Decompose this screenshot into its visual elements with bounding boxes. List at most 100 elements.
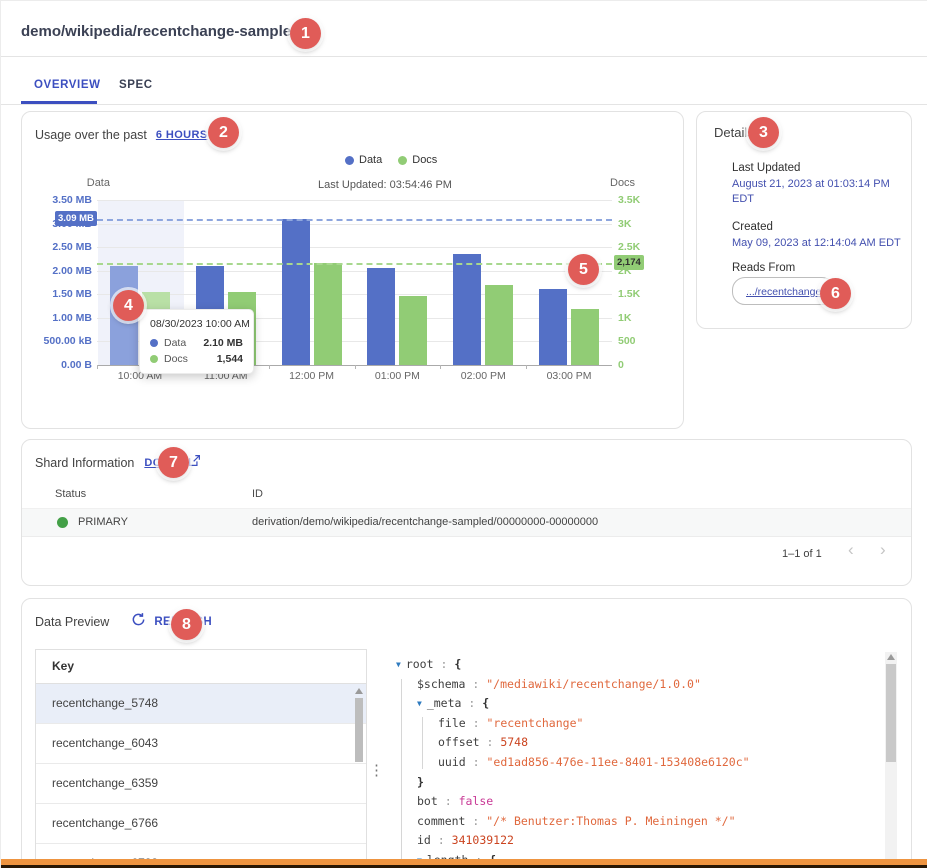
bar-docs[interactable] — [571, 309, 599, 365]
json-line: id : 341039122 — [390, 831, 872, 851]
refresh-icon[interactable] — [131, 612, 146, 632]
chevron-right-icon[interactable]: › — [880, 540, 886, 560]
x-axis-label: 02:00 PM — [438, 370, 528, 382]
key-column-header: Key — [36, 650, 366, 684]
key-list-item[interactable]: recentchange_6359 — [36, 764, 366, 804]
shard-card: Shard Information DOCS Status ID PRIMARY… — [21, 439, 912, 586]
bar-data[interactable] — [367, 268, 395, 365]
data-series-dot-icon — [150, 339, 158, 347]
key-list-scrollbar[interactable] — [353, 686, 364, 868]
right-axis-title: Docs — [610, 177, 635, 189]
data-max-marker-line — [97, 219, 612, 221]
docs-series-dot-icon — [150, 355, 158, 363]
col-id-header: ID — [252, 488, 263, 500]
collapse-triangle-icon[interactable]: ▼ — [396, 660, 401, 669]
last-updated-label: Last Updated — [732, 162, 800, 174]
chart-tooltip: 08/30/2023 10:00 AM Data 2.10 MB Docs 1,… — [139, 309, 254, 374]
last-updated-value: August 21, 2023 at 01:03:14 PM EDT — [732, 177, 894, 207]
usage-range-link[interactable]: 6 HOURS — [156, 129, 208, 141]
shard-heading: Shard Information — [35, 456, 134, 470]
collapse-triangle-icon[interactable]: ▼ — [417, 699, 422, 708]
legend-label-data: Data — [359, 154, 382, 166]
annotation-badge-1: 1 — [290, 18, 321, 49]
scrollbar-thumb[interactable] — [886, 664, 896, 762]
right-axis-tick: 1.5K — [618, 288, 640, 300]
tab-spec[interactable]: SPEC — [119, 79, 153, 91]
reads-from-link[interactable]: .../recentchange — [746, 286, 821, 298]
left-axis-tick: 1.00 MB — [26, 312, 92, 324]
json-line: comment : "/* Benutzer:Thomas P. Meining… — [390, 812, 872, 832]
key-list-item[interactable]: recentchange_6766 — [36, 804, 366, 844]
left-axis-tick: 500.00 kB — [26, 335, 92, 347]
key-list-item[interactable]: recentchange_6043 — [36, 724, 366, 764]
tooltip-title: 08/30/2023 10:00 AM — [150, 318, 243, 330]
bar-docs[interactable] — [399, 296, 427, 365]
annotation-badge-6: 6 — [820, 278, 851, 309]
annotation-badge-8: 8 — [171, 609, 202, 640]
right-axis-tick: 1K — [618, 312, 631, 324]
pane-resize-handle[interactable]: ⋮ — [369, 761, 384, 779]
legend-item-data[interactable]: Data — [345, 154, 382, 166]
gridline — [97, 271, 612, 272]
x-axis-tick — [355, 365, 356, 369]
reads-from-label: Reads From — [732, 262, 795, 274]
page-title: demo/wikipedia/recentchange-sampled — [21, 23, 300, 40]
status-dot-icon — [57, 517, 68, 528]
json-line[interactable]: ▼_meta : { — [390, 694, 872, 714]
annotation-badge-3: 3 — [748, 117, 779, 148]
json-indent-guide — [422, 717, 423, 769]
gridline — [97, 224, 612, 225]
bar-data[interactable] — [282, 219, 310, 365]
left-axis-tick: 2.00 MB — [26, 265, 92, 277]
header-divider — [1, 56, 927, 57]
left-axis-title: Data — [80, 177, 110, 189]
json-line: uuid : "ed1ad856-476e-11ee-8401-153408e6… — [390, 753, 872, 773]
x-axis-label: 03:00 PM — [524, 370, 614, 382]
usage-title: Usage over the past — [35, 128, 147, 142]
scroll-up-arrow-icon[interactable] — [887, 654, 895, 660]
json-line: bot : false — [390, 792, 872, 812]
json-line: offset : 5748 — [390, 733, 872, 753]
key-list-item[interactable]: recentchange_5748 — [36, 684, 366, 724]
right-axis-tick: 3.5K — [618, 194, 640, 206]
gridline — [97, 200, 612, 201]
pagination-label: 1–1 of 1 — [782, 548, 822, 560]
json-line: file : "recentchange" — [390, 714, 872, 734]
external-link-icon[interactable] — [188, 454, 201, 472]
json-line: $schema : "/mediawiki/recentchange/1.0.0… — [390, 675, 872, 695]
bar-data[interactable] — [539, 289, 567, 365]
annotation-badge-4: 4 — [113, 290, 144, 321]
scrollbar-thumb[interactable] — [355, 698, 363, 762]
key-list: Key recentchange_5748recentchange_6043re… — [35, 649, 367, 868]
legend-label-docs: Docs — [412, 154, 437, 166]
bar-docs[interactable] — [485, 285, 513, 365]
json-line[interactable]: ▼root : { — [390, 655, 872, 675]
left-axis-tick: 2.50 MB — [26, 241, 92, 253]
annotation-badge-7: 7 — [158, 447, 189, 478]
legend-item-docs[interactable]: Docs — [398, 154, 437, 166]
left-axis-tick: 0.00 B — [26, 359, 92, 371]
scroll-up-arrow-icon[interactable] — [355, 688, 363, 694]
col-status-header: Status — [55, 488, 86, 500]
bar-docs[interactable] — [314, 263, 342, 365]
tooltip-value: 2.10 MB — [203, 337, 243, 349]
json-line: } — [390, 773, 872, 793]
data-preview-card: Data Preview REFRESH Key recentchange_57… — [21, 598, 912, 868]
tabs-divider — [1, 104, 927, 105]
shard-table-row[interactable]: PRIMARY derivation/demo/wikipedia/recent… — [22, 508, 911, 537]
tooltip-row-data: Data 2.10 MB — [150, 337, 243, 349]
x-axis-tick — [97, 365, 98, 369]
left-axis-tick: 3.50 MB — [26, 194, 92, 206]
created-value: May 09, 2023 at 12:14:04 AM EDT — [732, 236, 901, 251]
gridline — [97, 247, 612, 248]
json-scrollbar[interactable] — [885, 652, 897, 862]
gridline — [97, 294, 612, 295]
x-axis-tick — [526, 365, 527, 369]
right-axis-tick: 3K — [618, 218, 631, 230]
docs-max-marker-line — [97, 263, 612, 265]
x-axis-label: 12:00 PM — [267, 370, 357, 382]
tab-overview[interactable]: OVERVIEW — [34, 79, 101, 91]
bar-data[interactable] — [453, 254, 481, 365]
tooltip-label: Data — [164, 337, 186, 349]
chevron-left-icon[interactable]: ‹ — [848, 540, 854, 560]
